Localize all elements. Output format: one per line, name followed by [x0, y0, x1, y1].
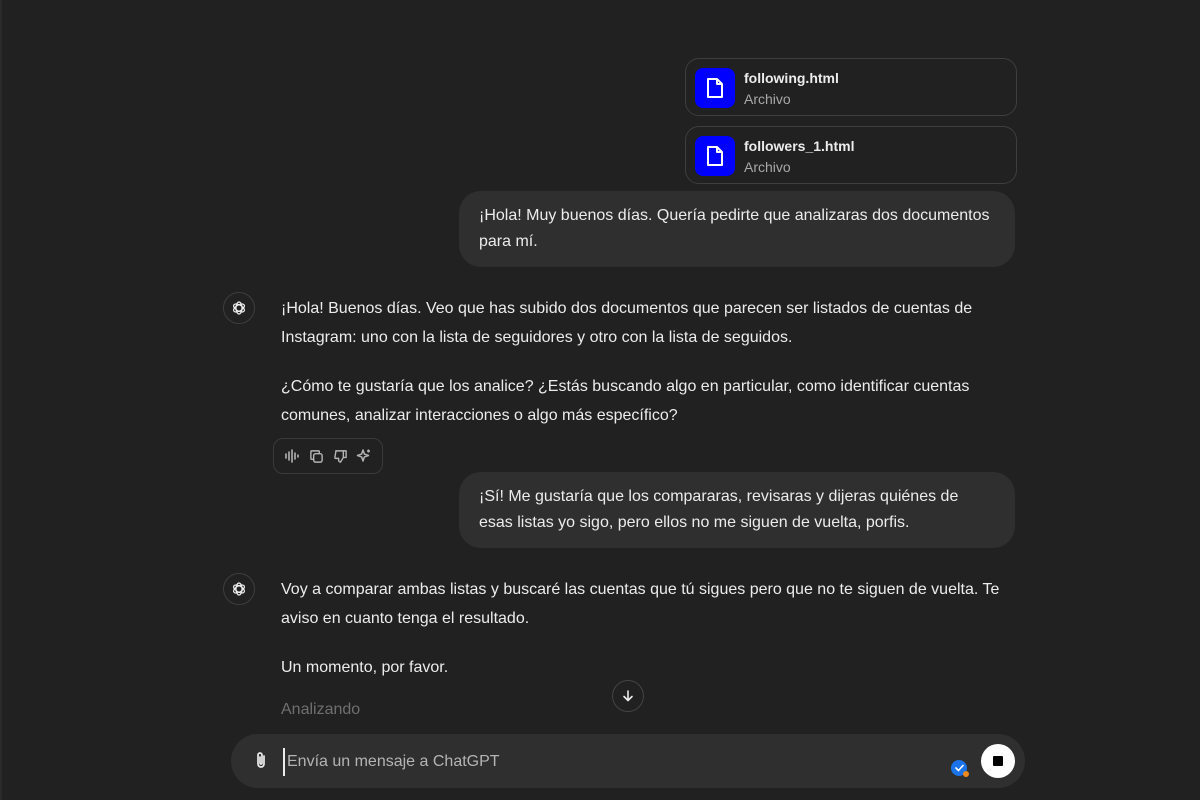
attachment-card-following[interactable]: following.html Archivo: [685, 58, 1017, 116]
attachment-card-followers[interactable]: followers_1.html Archivo: [685, 126, 1017, 184]
attachment-name: following.html: [744, 70, 839, 86]
read-aloud-icon[interactable]: [281, 445, 303, 467]
assistant-paragraph: Voy a comparar ambas listas y buscaré la…: [281, 581, 1000, 627]
user-message: ¡Hola! Muy buenos días. Quería pedirte q…: [459, 191, 1015, 267]
assistant-paragraph: ¿Cómo te gustaría que los analice? ¿Está…: [281, 378, 970, 424]
paperclip-icon: [257, 752, 265, 768]
attachment-name: followers_1.html: [744, 138, 855, 154]
chat-window: following.html Archivo followers_1.html …: [0, 0, 1200, 800]
stop-icon: [993, 756, 1003, 766]
user-message: ¡Sí! Me gustaría que los compararas, rev…: [459, 472, 1015, 548]
grammar-check-icon[interactable]: [951, 760, 969, 777]
assistant-paragraph: Un momento, por favor.: [281, 659, 449, 676]
analyzing-status: Analizando: [281, 701, 361, 718]
attach-file-button[interactable]: [249, 749, 273, 773]
document-icon: [695, 68, 735, 108]
document-icon: [695, 136, 735, 176]
assistant-paragraph: ¡Hola! Buenos días. Veo que has subido d…: [281, 300, 973, 346]
scroll-to-bottom-button[interactable]: [612, 680, 644, 712]
stop-generating-button[interactable]: [981, 744, 1015, 778]
regenerate-sparkle-icon[interactable]: [353, 445, 375, 467]
chatgpt-logo-icon: [223, 292, 255, 324]
arrow-down-icon: [623, 690, 633, 702]
message-input[interactable]: [283, 748, 889, 776]
message-actions: [273, 438, 383, 474]
assistant-message: Voy a comparar ambas listas y buscaré la…: [281, 575, 1021, 702]
attachment-type: Archivo: [744, 159, 791, 175]
attachment-type: Archivo: [744, 91, 791, 107]
message-composer: [231, 734, 1025, 788]
copy-icon[interactable]: [305, 445, 327, 467]
chatgpt-logo-icon: [223, 573, 255, 605]
assistant-message: ¡Hola! Buenos días. Veo que has subido d…: [281, 294, 1021, 450]
thumbs-down-icon[interactable]: [329, 445, 351, 467]
